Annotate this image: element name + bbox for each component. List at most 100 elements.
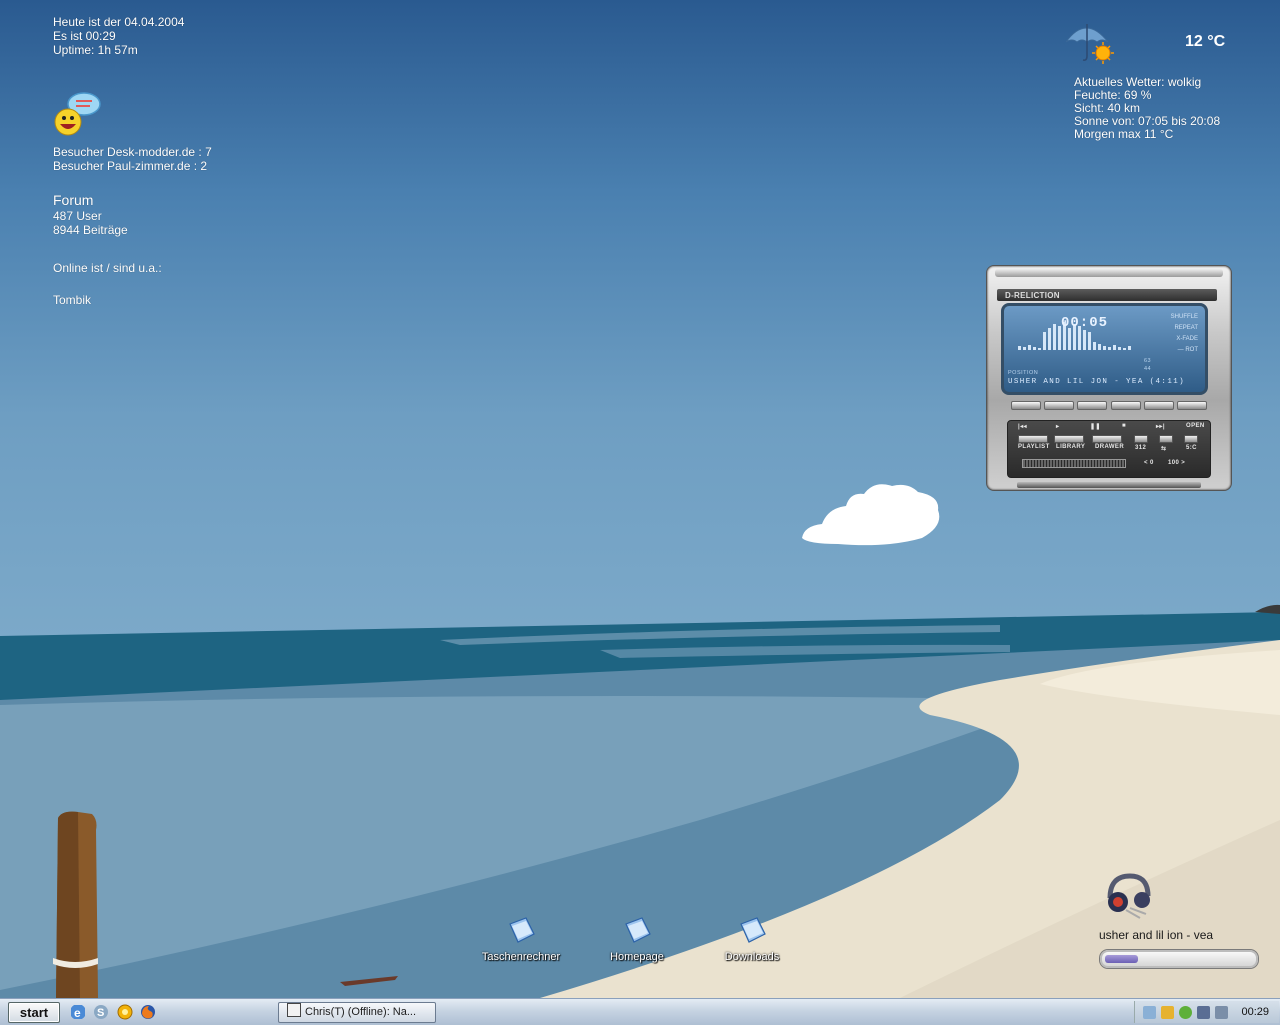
- taskbar: start e S Chris(T) (Offline): Na... 00:2…: [0, 998, 1280, 1025]
- winamp-player[interactable]: D-RELICTION SHUFFLE REPEAT X-FADE — ROT …: [986, 265, 1232, 491]
- forum-users: 487 User: [53, 209, 102, 223]
- forum-posts: 8944 Beiträge: [53, 223, 128, 237]
- spectrum-bar: [1118, 347, 1121, 350]
- uptime-line: Uptime: 1h 57m: [53, 43, 138, 57]
- winamp-icon[interactable]: [117, 1004, 133, 1020]
- online-user: Tombik: [53, 293, 92, 307]
- desktop-icon-taschenrechner[interactable]: Taschenrechner: [476, 914, 566, 963]
- spectrum-bar: [1023, 347, 1026, 350]
- small-btn-3[interactable]: [1184, 435, 1198, 443]
- small-btn-1-label: 312: [1135, 445, 1147, 451]
- spectrum-bar: [1128, 346, 1131, 350]
- player-skin-title: D-RELICTION: [1005, 291, 1060, 300]
- desktop-icon-label: Downloads: [724, 951, 780, 963]
- task-button-chris[interactable]: Chris(T) (Offline): Na...: [278, 1002, 436, 1023]
- player-btn-1[interactable]: [1011, 401, 1041, 410]
- drawer-toggle[interactable]: [1092, 435, 1122, 443]
- spectrum-bar: [1093, 342, 1096, 350]
- player-btn-4[interactable]: [1110, 401, 1141, 410]
- clock[interactable]: 00:29: [1241, 1006, 1269, 1018]
- messenger-icon[interactable]: S: [93, 1004, 109, 1020]
- green-status-icon[interactable]: [1179, 1006, 1192, 1019]
- next-button[interactable]: ▸▸|: [1156, 423, 1165, 430]
- network-icon[interactable]: [1143, 1006, 1156, 1019]
- weather-details: Aktuelles Wetter: wolkig Feuchte: 69 % S…: [1074, 76, 1220, 141]
- balance-left-label[interactable]: < 0: [1144, 460, 1154, 466]
- option-repeat[interactable]: REPEAT: [1162, 323, 1198, 334]
- spectrum-bar: [1108, 347, 1111, 350]
- now-playing-title: usher and lil ion - vea: [1099, 928, 1214, 942]
- player-control-panel: |◂◂ ▸ ❚❚ ■ ▸▸| OPEN PLAYLIST LIBRARY DRA…: [1007, 420, 1211, 478]
- pause-button[interactable]: ❚❚: [1090, 423, 1101, 430]
- date-line: Heute ist der 04.04.2004: [53, 15, 185, 29]
- visitor-stats: Besucher Desk-modder.de : 7 Besucher Pau…: [53, 145, 212, 173]
- player-button-row: [1011, 401, 1207, 410]
- small-btn-2[interactable]: [1159, 435, 1173, 443]
- spectrum-bar: [1098, 344, 1101, 350]
- spectrum-bar: [1088, 332, 1091, 350]
- small-btn-1[interactable]: [1134, 435, 1148, 443]
- player-btn-3[interactable]: [1077, 401, 1108, 410]
- playback-time: 00:05: [1061, 315, 1109, 331]
- desktop-icon-downloads[interactable]: Downloads: [707, 914, 797, 963]
- clipboard-icon: [287, 1003, 301, 1017]
- document-icon: [625, 917, 651, 943]
- firefox-icon[interactable]: [140, 1004, 156, 1020]
- svg-text:e: e: [74, 1006, 81, 1020]
- balance-right-label[interactable]: 100 >: [1168, 460, 1185, 466]
- start-button[interactable]: start: [8, 1002, 60, 1023]
- player-btn-5[interactable]: [1143, 401, 1174, 410]
- player-options[interactable]: SHUFFLE REPEAT X-FADE — ROT: [1162, 312, 1198, 356]
- option-xfade[interactable]: X-FADE: [1162, 334, 1198, 345]
- player-btn-6[interactable]: [1176, 401, 1207, 410]
- forum-stats: Forum 487 User 8944 Beiträge: [53, 192, 128, 237]
- now-playing-progress[interactable]: [1100, 950, 1258, 968]
- spectrum-bar: [1028, 345, 1031, 350]
- task-button-label: Chris(T) (Offline): Na...: [305, 1006, 417, 1018]
- spectrum-bar: [1123, 348, 1126, 350]
- spectrum-bar: [1033, 347, 1036, 350]
- online-heading: Online ist / sind u.a.:: [53, 261, 162, 275]
- speaker-icon[interactable]: [1215, 1006, 1228, 1019]
- spectrum-bar: [1068, 328, 1071, 350]
- position-label: POSITION: [1008, 370, 1039, 376]
- option-shuffle[interactable]: SHUFFLE: [1162, 312, 1198, 323]
- headphones-icon[interactable]: [1102, 872, 1154, 920]
- svg-text:S: S: [97, 1007, 104, 1019]
- time-line: Es ist 00:29: [53, 29, 116, 43]
- desktop-icon-label: Taschenrechner: [481, 951, 561, 963]
- player-drag-bar[interactable]: [995, 269, 1223, 277]
- kbps-value: 63: [1144, 358, 1152, 364]
- small-btn-3-label: 5:C: [1186, 445, 1197, 451]
- desktop-icon-label: Homepage: [610, 951, 664, 963]
- ie-icon[interactable]: e: [70, 1004, 86, 1020]
- spectrum-bar: [1103, 346, 1106, 350]
- spectrum-bar: [1048, 328, 1051, 350]
- monitor-icon[interactable]: [1197, 1006, 1210, 1019]
- visitors-desk-modder: Besucher Desk-modder.de : 7: [53, 145, 212, 159]
- document-icon: [509, 917, 535, 943]
- library-toggle[interactable]: [1054, 435, 1084, 443]
- player-btn-2[interactable]: [1044, 401, 1075, 410]
- messenger-smiley-icon[interactable]: [54, 92, 102, 136]
- track-title: USHER AND LIL JON - YEA (4:11): [1008, 378, 1186, 386]
- playlist-label: PLAYLIST: [1018, 444, 1050, 450]
- option-rot[interactable]: — ROT: [1162, 345, 1198, 356]
- play-button[interactable]: ▸: [1056, 423, 1059, 430]
- forum-title: Forum: [53, 192, 94, 208]
- pencil-icon[interactable]: [1161, 1006, 1174, 1019]
- spectrum-bar: [1053, 324, 1056, 350]
- open-button[interactable]: OPEN: [1186, 423, 1205, 429]
- cloud: [802, 484, 940, 546]
- playlist-toggle[interactable]: [1018, 435, 1048, 443]
- info-block: Heute ist der 04.04.2004 Es ist 00:29 Up…: [53, 15, 184, 57]
- drawer-label: DRAWER: [1095, 444, 1125, 450]
- spectrum-bar: [1083, 330, 1086, 350]
- spectrum-bar: [1038, 348, 1041, 350]
- stop-button[interactable]: ■: [1122, 423, 1126, 429]
- volume-slider[interactable]: [1022, 459, 1126, 468]
- prev-button[interactable]: |◂◂: [1018, 423, 1027, 430]
- online-users: Online ist / sind u.a.: Tombik: [53, 261, 162, 307]
- spectrum-bar: [1018, 346, 1021, 350]
- desktop-icon-homepage[interactable]: Homepage: [592, 914, 682, 963]
